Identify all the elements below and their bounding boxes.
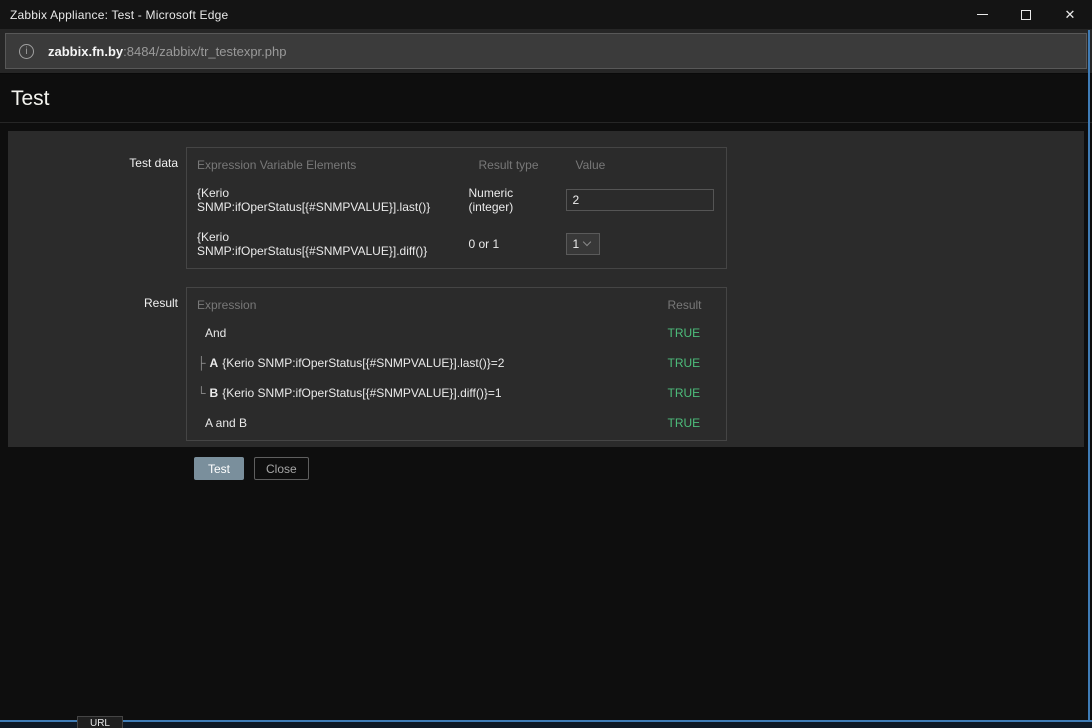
result-table: Expression Result And TRUE ├ A {Kerio SN…: [186, 287, 727, 441]
result-value: TRUE: [667, 416, 701, 430]
expression-text: And: [205, 326, 227, 340]
test-data-header-row: Expression Variable Elements Result type…: [187, 148, 727, 181]
value-input[interactable]: [565, 189, 714, 211]
test-data-table: Expression Variable Elements Result type…: [186, 147, 727, 269]
table-row: {Kerio SNMP:ifOperStatus[{#SNMPVALUE}].l…: [187, 180, 727, 224]
table-row: {Kerio SNMP:ifOperStatus[{#SNMPVALUE}].d…: [187, 224, 727, 269]
header-result: Result: [667, 298, 702, 312]
close-icon: ✕: [1064, 7, 1076, 22]
table-row: ├ A {Kerio SNMP:ifOperStatus[{#SNMPVALUE}]…: [187, 350, 727, 380]
expression-cell: └ B {Kerio SNMP:ifOperStatus[{#SNMPVALUE}]…: [187, 380, 658, 410]
header-value: Value: [575, 158, 606, 172]
result-header-row: Expression Result: [187, 288, 727, 321]
table-row: └ B {Kerio SNMP:ifOperStatus[{#SNMPVALUE}]…: [187, 380, 727, 410]
page-title: Test: [0, 74, 1092, 123]
expression-text: {Kerio SNMP:ifOperStatus[{#SNMPVALUE}].l…: [222, 356, 505, 370]
maximize-button[interactable]: [1004, 0, 1048, 29]
header-expression-variable-elements: Expression Variable Elements: [197, 158, 357, 172]
window-border-right: [1088, 30, 1090, 722]
test-data-section: Test data Expression Variable Elements R…: [16, 147, 1084, 269]
expression-letter: B: [209, 386, 219, 400]
expression-cell: {Kerio SNMP:ifOperStatus[{#SNMPVALUE}].l…: [197, 186, 431, 214]
expression-cell: ├ A {Kerio SNMP:ifOperStatus[{#SNMPVALUE}]…: [187, 350, 658, 380]
expression-cell: And: [187, 320, 658, 350]
test-button[interactable]: Test: [194, 457, 245, 480]
minimize-button[interactable]: [960, 0, 1004, 29]
minimize-icon: [976, 14, 988, 15]
value-cell: 1: [565, 224, 727, 269]
browser-window: Zabbix Appliance: Test - Microsoft Edge …: [0, 0, 1092, 728]
expression-letter: A: [209, 356, 219, 370]
screen-bottom-strip: [0, 722, 1092, 728]
value-select[interactable]: 1: [565, 233, 600, 255]
test-data-label: Test data: [129, 156, 178, 170]
tree-branch-icon: └: [197, 386, 206, 400]
result-label: Result: [143, 296, 178, 310]
result-value: TRUE: [667, 356, 701, 370]
address-bar[interactable]: i zabbix.fn.by:8484/zabbix/tr_testexpr.p…: [5, 33, 1087, 69]
header-expression: Expression: [197, 298, 257, 312]
maximize-icon: [1021, 9, 1031, 20]
close-button[interactable]: Close: [254, 457, 309, 480]
site-info-icon[interactable]: i: [19, 43, 34, 59]
window-title: Zabbix Appliance: Test - Microsoft Edge: [10, 7, 229, 22]
selected-value: 1: [572, 237, 580, 251]
result-type-cell: Numeric (integer): [468, 186, 514, 214]
result-type-cell: 0 or 1: [468, 237, 500, 251]
browser-chrome: i zabbix.fn.by:8484/zabbix/tr_testexpr.p…: [0, 29, 1092, 74]
tree-branch-icon: ├: [197, 356, 206, 370]
chevron-down-icon: [582, 237, 592, 247]
url-host: zabbix.fn.by: [48, 43, 124, 59]
table-row: A and B TRUE: [187, 410, 727, 441]
title-bar: Zabbix Appliance: Test - Microsoft Edge …: [0, 0, 1092, 29]
expression-text: {Kerio SNMP:ifOperStatus[{#SNMPVALUE}].d…: [222, 386, 502, 400]
value-cell: [565, 180, 727, 224]
form-panel: Test data Expression Variable Elements R…: [8, 131, 1084, 480]
expression-cell: A and B: [187, 410, 658, 441]
window-border-bottom: [0, 720, 1092, 722]
status-tooltip: URL: [77, 716, 123, 728]
status-tooltip-text: URL: [89, 718, 110, 728]
url-path: :8484/zabbix/tr_testexpr.php: [123, 43, 287, 59]
table-row: And TRUE: [187, 320, 727, 350]
form-buttons: Test Close: [194, 457, 1084, 480]
window-controls: ✕: [960, 0, 1092, 29]
result-value: TRUE: [667, 326, 701, 340]
page-content: Test Test data Expression Variable Eleme…: [0, 74, 1092, 480]
expression-text: A and B: [205, 416, 248, 430]
close-window-button[interactable]: ✕: [1048, 0, 1092, 29]
expression-cell: {Kerio SNMP:ifOperStatus[{#SNMPVALUE}].d…: [197, 230, 428, 258]
info-glyph: i: [25, 45, 28, 57]
result-value: TRUE: [667, 386, 701, 400]
header-result-type: Result type: [478, 158, 539, 172]
result-section: Result Expression Result And TRUE ├ A {K…: [16, 287, 1084, 441]
